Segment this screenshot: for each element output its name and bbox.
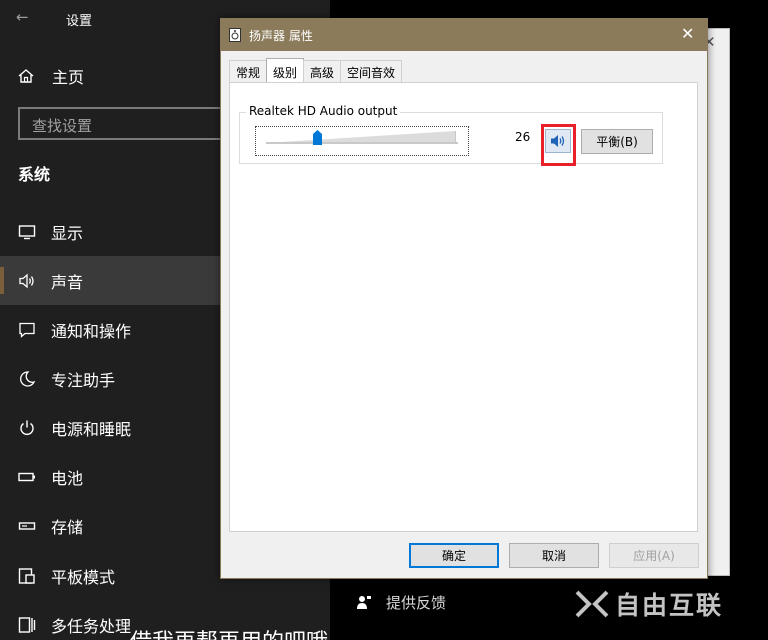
notification-icon: [19, 322, 35, 338]
close-icon[interactable]: ✕: [681, 24, 694, 43]
sidebar-item-label: 通知和操作: [51, 321, 132, 341]
sidebar-item-label: 电源和睡眠: [51, 419, 132, 439]
multitask-icon: [18, 616, 36, 633]
dialog-titlebar: 扬声器 属性 ✕: [221, 19, 707, 51]
feedback-icon: [357, 595, 371, 609]
sidebar-item-label: 多任务处理: [51, 616, 132, 636]
apply-button[interactable]: 应用(A): [609, 543, 699, 568]
tab-general[interactable]: 常规: [229, 60, 268, 82]
cancel-button[interactable]: 取消: [509, 543, 599, 568]
tab-advanced[interactable]: 高级: [303, 60, 342, 82]
balance-button[interactable]: 平衡(B): [581, 129, 653, 154]
watermark: 自由互联: [575, 586, 723, 622]
search-placeholder: 查找设置: [32, 117, 93, 135]
storage-icon: [18, 521, 36, 530]
section-title: 系统: [18, 165, 51, 184]
monitor-icon: [18, 224, 36, 239]
home-label: 主页: [52, 68, 85, 87]
levels-panel: Realtek HD Audio output 26 平衡(B): [229, 82, 698, 532]
home-icon: [18, 69, 34, 83]
battery-icon: [18, 472, 35, 481]
watermark-text: 自由互联: [615, 591, 724, 620]
speaker-icon: [551, 135, 565, 147]
feedback-link[interactable]: 提供反馈: [356, 592, 446, 613]
search-input[interactable]: 查找设置: [18, 107, 232, 140]
speaker-properties-dialog: 扬声器 属性 ✕ 常规 级别 高级 空间音效 Realtek HD Audio …: [220, 18, 708, 579]
sidebar-item-label: 电池: [51, 468, 84, 488]
sidebar-item-label: 存储: [51, 517, 84, 537]
feedback-label: 提供反馈: [386, 594, 447, 612]
tablet-icon: [18, 567, 35, 584]
watermark-logo-icon: [575, 590, 609, 618]
sidebar-item-label: 声音: [51, 272, 84, 292]
slider-thumb[interactable]: [313, 130, 322, 145]
volume-value: 26: [515, 130, 531, 144]
home-link[interactable]: 主页: [18, 64, 84, 88]
dialog-title: 扬声器 属性: [249, 29, 313, 43]
tab-spatial-sound[interactable]: 空间音效: [340, 60, 403, 82]
settings-title: 设置: [66, 14, 93, 29]
mute-button[interactable]: [545, 129, 571, 153]
ok-button[interactable]: 确定: [409, 543, 499, 568]
device-level-group: Realtek HD Audio output 26 平衡(B): [239, 104, 663, 166]
speaker-device-icon: [229, 28, 241, 42]
sidebar-item-label: 平板模式: [51, 567, 116, 587]
dialog-tabs: 常规 级别 高级 空间音效: [229, 58, 403, 82]
device-name: Realtek HD Audio output: [246, 104, 401, 118]
sidebar-item-label: 显示: [51, 223, 84, 243]
sidebar-item-label: 专注助手: [51, 370, 116, 390]
moon-icon: [20, 370, 36, 387]
slider-rail: [266, 142, 458, 144]
volume-slider[interactable]: [255, 126, 469, 156]
power-icon: [20, 420, 34, 435]
tab-levels[interactable]: 级别: [266, 58, 305, 82]
back-arrow-icon[interactable]: ←: [16, 8, 29, 26]
video-subtitle: 借我再帮再用的吧哦: [130, 624, 328, 640]
speaker-icon: [19, 273, 34, 288]
